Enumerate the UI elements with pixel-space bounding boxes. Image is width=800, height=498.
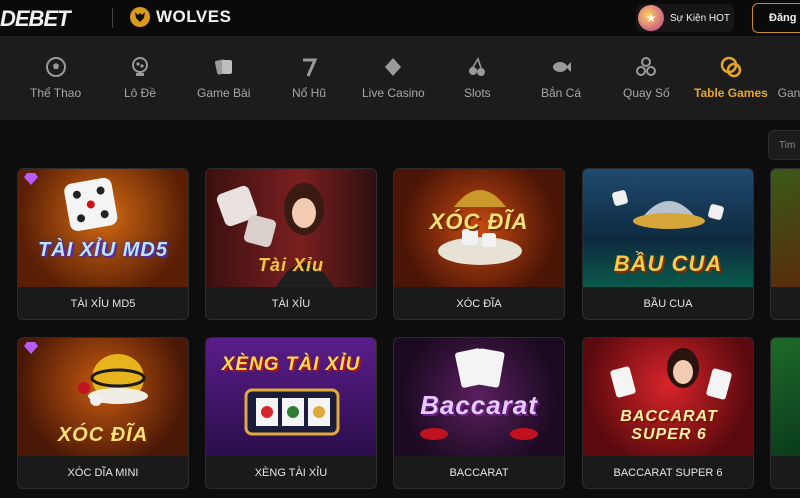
cards-icon xyxy=(211,54,237,80)
tab-label: Slots xyxy=(464,86,491,100)
game-card-tai-xiu[interactable]: Tài Xỉu TÀI XỈU xyxy=(205,168,377,320)
game-card-partial[interactable] xyxy=(770,168,800,320)
game-card-xoc-dia[interactable]: XÓC ĐĨA XÓC ĐĨA xyxy=(393,168,565,320)
tab-label: Lô Đề xyxy=(124,86,157,100)
tab-live-casino[interactable]: Live Casino xyxy=(362,54,425,100)
partner-logo: WOLVES xyxy=(130,7,231,27)
cherries-icon xyxy=(464,54,490,80)
game-art-title: BACCARAT SUPER 6 xyxy=(620,408,718,443)
game-thumbnail: XÓC ĐĨA xyxy=(18,338,188,456)
game-title: BẦU CUA xyxy=(643,298,693,310)
soccer-ball-icon xyxy=(43,54,69,80)
game-card-xoc-dia-mini[interactable]: XÓC ĐĨA XÓC DĨA MINI xyxy=(17,337,189,489)
game-title: XÓC ĐĨA xyxy=(456,298,502,310)
game-art-title: TÀI XỈU MD5 xyxy=(38,239,168,261)
game-art-title: XÈNG TÀI XỈU xyxy=(221,354,361,375)
tab-no-hu[interactable]: Nổ Hũ xyxy=(292,54,326,100)
diamond-suit-icon xyxy=(380,54,406,80)
tab-label: Game Bài xyxy=(197,86,251,100)
game-card-baccarat-super-6[interactable]: BACCARAT SUPER 6 BACCARAT SUPER 6 xyxy=(582,337,754,489)
top-bar: DEBET WOLVES ★ Sự Kiện HOT Đăng xyxy=(0,0,800,36)
game-title: XÈNG TÀI XỈU xyxy=(254,467,328,479)
tab-slots[interactable]: Slots xyxy=(464,54,491,100)
tab-game-bai[interactable]: Game Bài xyxy=(197,54,250,100)
game-card-partial[interactable] xyxy=(770,337,800,489)
logo-divider xyxy=(112,8,113,28)
tab-label: Table Games xyxy=(694,86,768,100)
tab-label: Live Casino xyxy=(362,86,425,100)
tab-label: Quay Số xyxy=(623,86,670,100)
game-title: TÀI XỈU xyxy=(271,298,311,310)
tab-ban-ca[interactable]: Bắn Cá xyxy=(541,54,581,100)
game-thumbnail: Tài Xỉu xyxy=(206,169,376,287)
hot-event-label: Sự Kiện HOT xyxy=(670,12,731,24)
tab-game-partial[interactable]: Gan xyxy=(776,54,800,100)
tab-label: Bắn Cá xyxy=(541,86,582,100)
tab-table-games[interactable]: Table Games xyxy=(694,54,768,100)
game-thumbnail: BẦU CUA xyxy=(583,169,753,287)
fish-icon xyxy=(548,54,574,80)
game-thumbnail xyxy=(771,338,800,456)
game-art-title: Baccarat xyxy=(420,390,538,420)
game-art-title: XÓC ĐĨA xyxy=(429,209,529,234)
game-card-bau-cua[interactable]: BẦU CUA BẦU CUA xyxy=(582,168,754,320)
game-art-title: Tài Xỉu xyxy=(257,255,324,275)
gem-icon xyxy=(24,173,38,185)
site-logo[interactable]: DEBET xyxy=(0,6,71,32)
search-input[interactable]: Tim xyxy=(768,130,800,160)
game-art-title: BẦU CUA xyxy=(613,251,723,276)
trophy-icon: ★ xyxy=(638,5,664,31)
lottery-machine-icon xyxy=(127,54,153,80)
game-card-tai-xiu-md5[interactable]: TÀI XỈU MD5 TÀI XỈU MD5 xyxy=(17,168,189,320)
game-thumbnail xyxy=(771,169,800,287)
hot-event-button[interactable]: ★ Sự Kiện HOT xyxy=(636,4,734,32)
game-title: BACCARAT SUPER 6 xyxy=(613,467,723,479)
tab-label: Nổ Hũ xyxy=(292,86,327,100)
tab-label: Gan xyxy=(777,86,800,100)
game-thumbnail: XÓC ĐĨA xyxy=(394,169,564,287)
tab-the-thao[interactable]: Thể Thao xyxy=(30,54,81,100)
game-thumbnail: BACCARAT SUPER 6 xyxy=(583,338,753,456)
login-button[interactable]: Đăng xyxy=(752,3,800,33)
game-card-xeng-tai-xiu[interactable]: XÈNG TÀI XỈU XÈNG TÀI XỈU xyxy=(205,337,377,489)
tab-label: Thể Thao xyxy=(30,86,82,100)
chip-icon xyxy=(718,54,744,80)
slot-seven-icon xyxy=(296,54,322,80)
lottery-balls-icon xyxy=(633,54,659,80)
partner-name: WOLVES xyxy=(156,7,232,26)
wolf-icon xyxy=(130,7,150,27)
game-thumbnail: XÈNG TÀI XỈU xyxy=(206,338,376,456)
gem-icon xyxy=(24,342,38,354)
game-title: BACCARAT xyxy=(449,467,509,479)
category-nav: Thể Thao Lô Đề Game Bài Nổ Hũ Live Casin… xyxy=(0,36,800,120)
game-art-title: XÓC ĐĨA xyxy=(57,424,149,446)
tab-quay-so[interactable]: Quay Số xyxy=(623,54,670,100)
game-card-baccarat[interactable]: Baccarat BACCARAT xyxy=(393,337,565,489)
game-thumbnail: TÀI XỈU MD5 xyxy=(18,169,188,287)
tab-lo-de[interactable]: Lô Đề xyxy=(124,54,156,100)
game-title: XÓC DĨA MINI xyxy=(67,467,139,479)
game-title: TÀI XỈU MD5 xyxy=(70,298,136,310)
game-thumbnail: Baccarat xyxy=(394,338,564,456)
